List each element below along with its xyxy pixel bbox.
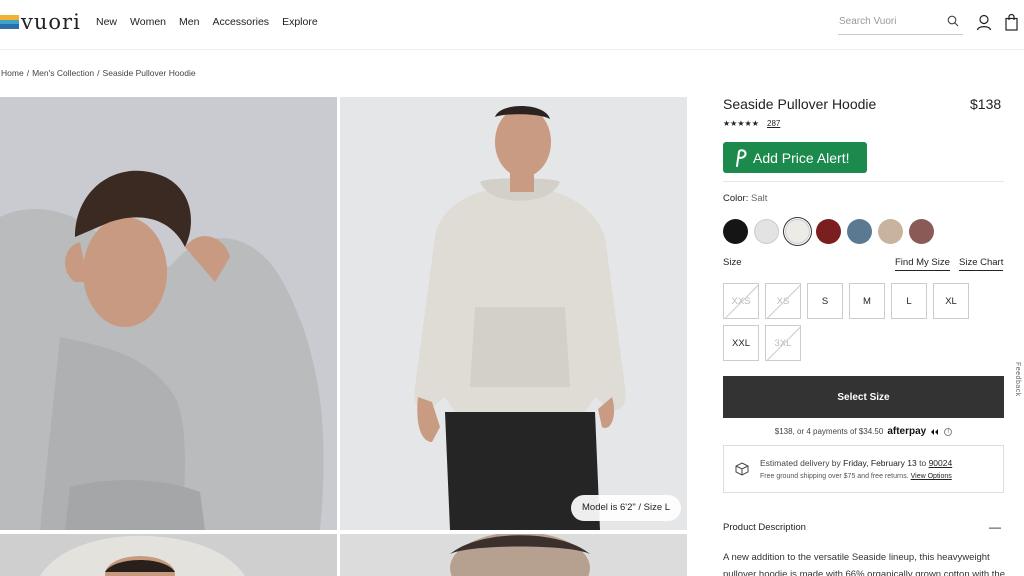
breadcrumb-mens-collection[interactable]: Men's Collection [32, 68, 94, 78]
color-swatch-slate-blue[interactable] [847, 219, 872, 244]
logo-mark-icon [0, 15, 19, 30]
package-icon [735, 462, 749, 476]
info-icon[interactable]: i [944, 427, 953, 436]
shopping-bag-icon[interactable] [1005, 14, 1018, 31]
delivery-to: to [919, 458, 927, 468]
product-title: Seaside Pullover Hoodie [723, 96, 877, 112]
logo-text: vuori [21, 10, 81, 34]
model-photo-back [340, 534, 687, 576]
color-swatch-mauve[interactable] [909, 219, 934, 244]
model-photo-fullbody [340, 97, 687, 530]
site-header: vuori New Women Men Accessories Explore [0, 0, 1024, 50]
main-nav: New Women Men Accessories Explore [96, 16, 331, 28]
model-photo-closeup [0, 97, 337, 530]
nav-item-men[interactable]: Men [179, 16, 199, 28]
color-swatch-black[interactable] [723, 219, 748, 244]
size-option-xs[interactable]: XS [765, 283, 801, 319]
product-image-1[interactable] [0, 97, 337, 530]
color-label-text: Color: [723, 193, 749, 204]
search-icon[interactable] [947, 15, 959, 27]
search-input[interactable] [838, 10, 938, 32]
color-swatch-oatmeal[interactable] [878, 219, 903, 244]
color-label: Color: Salt [723, 193, 767, 204]
size-option-l[interactable]: L [891, 283, 927, 319]
color-swatch-salt[interactable] [785, 219, 810, 244]
afterpay-info: $138, or 4 payments of $34.50 afterpay i [723, 426, 1004, 437]
size-option-xxs[interactable]: XXS [723, 283, 759, 319]
size-label: Size [723, 257, 742, 268]
nav-item-accessories[interactable]: Accessories [212, 16, 269, 28]
paypal-honey-icon [736, 148, 747, 167]
breadcrumb-home[interactable]: Home [1, 68, 24, 78]
view-options-link[interactable]: View Options [911, 473, 952, 480]
color-swatches [723, 219, 934, 244]
product-image-2[interactable] [340, 97, 687, 530]
delivery-box: Estimated delivery by Friday, February 1… [723, 445, 1004, 493]
delivery-estimate: Estimated delivery by Friday, February 1… [760, 458, 952, 468]
collapse-icon[interactable]: — [989, 521, 1001, 533]
shipping-text: Free ground shipping over $75 and free r… [760, 473, 909, 480]
delivery-zip-link[interactable]: 90024 [929, 458, 953, 468]
divider [723, 181, 1004, 182]
rating-stars[interactable]: ★★★★★ [723, 119, 759, 128]
breadcrumb-current: Seaside Pullover Hoodie [102, 68, 196, 78]
size-option-xl[interactable]: XL [933, 283, 969, 319]
user-icon[interactable] [976, 14, 992, 31]
size-options: XXS XS S M L XL XXL 3XL [723, 283, 983, 361]
shipping-info: Free ground shipping over $75 and free r… [760, 473, 952, 480]
find-my-size-link[interactable]: Find My Size [895, 257, 950, 271]
price-alert-label: Add Price Alert! [753, 149, 850, 166]
size-option-xxl[interactable]: XXL [723, 325, 759, 361]
feedback-tab[interactable]: Feedback [1014, 362, 1021, 397]
review-count-link[interactable]: 287 [767, 119, 780, 128]
size-option-m[interactable]: M [849, 283, 885, 319]
model-photo-hood [0, 534, 337, 576]
afterpay-text: $138, or 4 payments of $34.50 [774, 427, 884, 436]
afterpay-logo: afterpay [887, 426, 927, 437]
product-description-text: A new addition to the versatile Seaside … [723, 552, 1005, 576]
model-size-badge: Model is 6'2" / Size L [571, 495, 682, 521]
search-box [838, 10, 963, 35]
select-size-button[interactable]: Select Size [723, 376, 1004, 418]
nav-item-new[interactable]: New [96, 16, 117, 28]
product-image-3[interactable] [0, 534, 337, 576]
nav-item-explore[interactable]: Explore [282, 16, 318, 28]
afterpay-arrows-icon [931, 428, 939, 435]
product-price: $138 [970, 96, 1002, 112]
color-swatch-burgundy[interactable] [816, 219, 841, 244]
size-option-s[interactable]: S [807, 283, 843, 319]
delivery-prefix: Estimated delivery by [760, 458, 841, 468]
product-image-4[interactable] [340, 534, 687, 576]
vuori-logo[interactable]: vuori [0, 10, 81, 34]
add-price-alert-button[interactable]: Add Price Alert! [723, 142, 867, 173]
breadcrumb: Home / Men's Collection / Seaside Pullover H… [1, 68, 196, 78]
selected-color-value: Salt [750, 193, 768, 204]
delivery-date: Friday, February 13 [843, 458, 917, 468]
size-chart-link[interactable]: Size Chart [959, 257, 1004, 271]
product-description-title[interactable]: Product Description [723, 522, 806, 533]
size-option-3xl[interactable]: 3XL [765, 325, 801, 361]
color-swatch-heather-grey[interactable] [754, 219, 779, 244]
nav-item-women[interactable]: Women [130, 16, 166, 28]
